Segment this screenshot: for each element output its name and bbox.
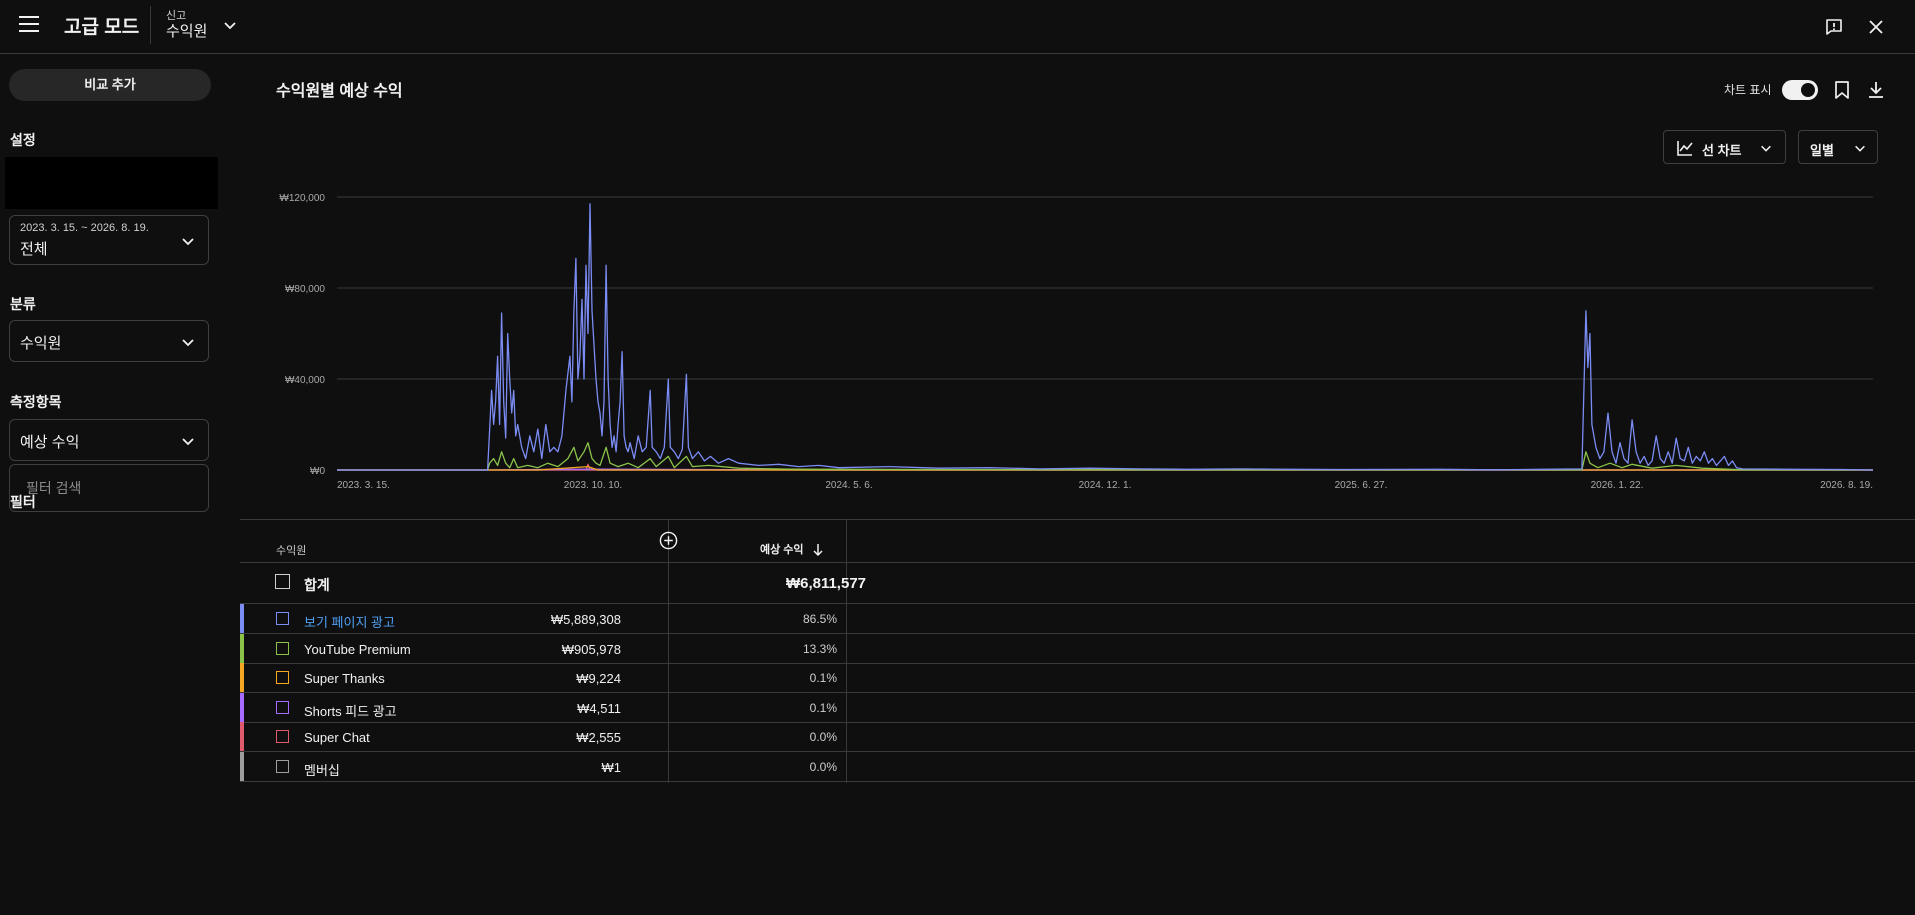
download-icon[interactable] [1866, 80, 1886, 100]
table-row[interactable]: Super Thanks ₩9,224 0.1% [240, 663, 1915, 694]
category-value: 수익원 [20, 335, 62, 352]
source-name: YouTube Premium [304, 641, 411, 657]
column-header-source: 수익원 [276, 545, 307, 557]
metric-dropdown[interactable]: 예상 수익 [9, 419, 209, 461]
x-tick-label: 2023. 3. 15. [337, 480, 390, 491]
revenue-value: ₩1 [601, 760, 622, 775]
row-checkbox[interactable] [276, 730, 289, 744]
chart-toggle[interactable] [1782, 80, 1818, 100]
metric-label: 측정항목 [10, 394, 62, 410]
row-checkbox[interactable] [276, 612, 289, 625]
row-checkbox[interactable] [276, 700, 289, 714]
revenue-value: ₩2,555 [576, 730, 621, 746]
interval-button[interactable]: 일별 [1798, 130, 1878, 164]
series-color-bar [240, 752, 244, 782]
revenue-percent: 0.1% [809, 700, 837, 715]
top-bar: 고급 모드 신고 수익원 [0, 0, 1915, 54]
series-color-bar [240, 663, 244, 694]
source-name: Super Chat [304, 730, 370, 746]
table-row[interactable]: YouTube Premium ₩905,978 13.3% [240, 633, 1915, 664]
x-tick-label: 2026. 1. 22. [1591, 480, 1644, 491]
revenue-value: ₩5,889,308 [550, 612, 621, 627]
total-checkbox[interactable] [275, 574, 290, 589]
chevron-down-icon [1855, 145, 1865, 152]
source-name: Super Thanks [304, 671, 385, 687]
row-checkbox[interactable] [276, 641, 289, 655]
page-title: 수익원별 예상 수익 [276, 83, 403, 100]
chevron-down-icon [182, 238, 194, 246]
redacted-area [5, 157, 218, 209]
revenue-line-chart: ₩120,000 ₩80,000 ₩40,000 ₩0 2023. 3. 15. 2023… [279, 193, 1874, 491]
row-checkbox[interactable] [276, 760, 289, 773]
source-name: 멤버십 [304, 763, 340, 778]
category-label: 분류 [10, 296, 36, 312]
table-row[interactable]: 보기 페이지 광고 ₩5,889,308 86.5% [240, 604, 1915, 634]
series-color-bar [240, 692, 244, 723]
series-line [337, 203, 1874, 471]
line-chart-icon [1677, 141, 1693, 156]
table-row[interactable]: Shorts 피드 광고 ₩4,511 0.1% [240, 692, 1915, 723]
bookmark-icon[interactable] [1833, 80, 1851, 100]
date-range-dropdown[interactable]: 2023. 3. 15. ~ 2026. 8. 19. 전체 [9, 215, 209, 265]
revenue-percent: 0.0% [809, 760, 837, 774]
table-row[interactable]: Super Chat ₩2,555 0.0% [240, 722, 1915, 753]
chevron-down-icon [182, 339, 194, 347]
revenue-value: ₩9,224 [576, 671, 621, 687]
total-value: ₩6,811,577 [785, 575, 866, 592]
x-tick-label: 2025. 6. 27. [1335, 480, 1388, 491]
menu-icon[interactable] [19, 16, 39, 32]
total-row: 합계 ₩6,811,577 [240, 563, 1915, 603]
series-color-bar [240, 722, 244, 753]
chart-type-label: 선 차트 [1702, 143, 1742, 158]
add-comparison-button[interactable]: 비교 추가 [9, 69, 211, 101]
y-tick-label: ₩40,000 [285, 375, 325, 386]
row-checkbox[interactable] [276, 671, 289, 685]
metric-value: 예상 수익 [20, 434, 80, 451]
total-label: 합계 [304, 577, 330, 593]
chevron-down-icon[interactable] [222, 17, 238, 33]
mode-title: 고급 모드 [64, 17, 140, 38]
revenue-value: ₩905,978 [561, 641, 621, 657]
revenue-percent: 0.0% [809, 730, 837, 745]
series-color-bar [240, 604, 244, 634]
y-tick-label: ₩80,000 [285, 284, 325, 295]
sort-descending-icon[interactable] [812, 543, 824, 557]
revenue-percent: 86.5% [802, 612, 837, 626]
header-divider [150, 6, 151, 44]
x-tick-label: 2024. 12. 1. [1079, 480, 1132, 491]
y-tick-label: ₩120,000 [279, 193, 325, 204]
add-column-icon[interactable] [659, 531, 678, 550]
chevron-down-icon [1761, 145, 1771, 152]
date-range-value: 전체 [20, 241, 48, 258]
chart-toggle-label: 차트 표시 [1724, 83, 1772, 97]
settings-label: 설정 [10, 132, 36, 148]
category-dropdown[interactable]: 수익원 [9, 320, 209, 362]
revenue-percent: 0.1% [809, 671, 837, 686]
series-color-bar [240, 633, 244, 664]
x-tick-label: 2023. 10. 10. [564, 480, 622, 491]
interval-label: 일별 [1810, 143, 1834, 158]
revenue-value: ₩4,511 [577, 700, 621, 716]
x-tick-label: 2024. 5. 6. [825, 480, 872, 491]
source-name: Shorts 피드 광고 [304, 703, 397, 719]
x-tick-label: 2026. 8. 19. [1820, 480, 1873, 491]
y-tick-label: ₩0 [310, 466, 325, 477]
feedback-icon[interactable] [1824, 17, 1844, 37]
column-header-revenue[interactable]: 예상 수익 [760, 541, 804, 557]
series-line [337, 442, 1874, 471]
chart-type-button[interactable]: 선 차트 [1663, 130, 1786, 164]
filter-search-input[interactable] [9, 464, 209, 512]
revenue-percent: 13.3% [802, 641, 837, 656]
context-main-label: 수익원 [166, 23, 208, 40]
table-row[interactable]: 멤버십 ₩1 0.0% [240, 752, 1915, 782]
source-name: 보기 페이지 광고 [304, 615, 395, 630]
close-icon[interactable] [1866, 17, 1886, 37]
date-range-text: 2023. 3. 15. ~ 2026. 8. 19. [20, 222, 149, 234]
chevron-down-icon [182, 438, 194, 446]
